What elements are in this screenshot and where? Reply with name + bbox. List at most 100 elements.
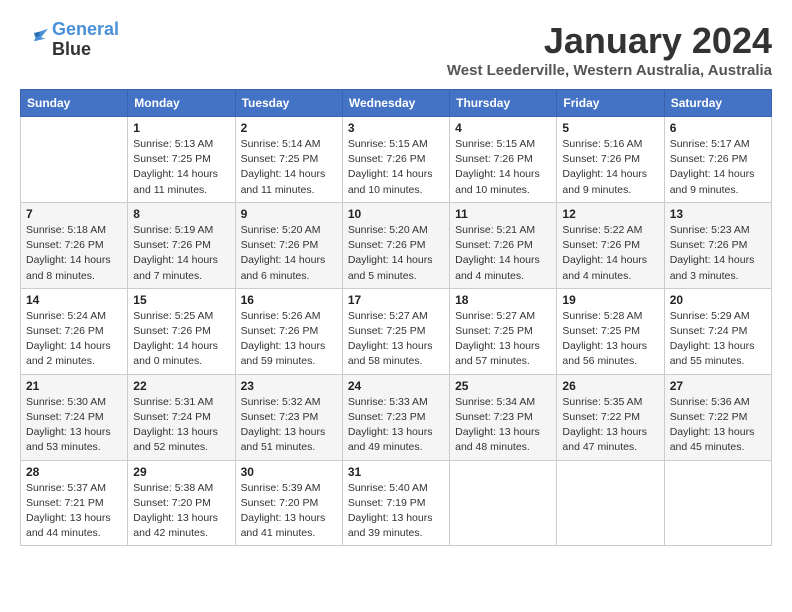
calendar-cell: 19 Sunrise: 5:28 AM Sunset: 7:25 PM Dayli… — [557, 288, 664, 374]
day-number: 15 — [133, 293, 229, 307]
day-number: 18 — [455, 293, 551, 307]
day-info: Sunrise: 5:21 AM Sunset: 7:26 PM Dayligh… — [455, 223, 551, 284]
day-info: Sunrise: 5:38 AM Sunset: 7:20 PM Dayligh… — [133, 481, 229, 542]
calendar-cell: 24 Sunrise: 5:33 AM Sunset: 7:23 PM Dayli… — [342, 374, 449, 460]
calendar-cell: 9 Sunrise: 5:20 AM Sunset: 7:26 PM Daylig… — [235, 202, 342, 288]
day-number: 3 — [348, 121, 444, 135]
day-info: Sunrise: 5:36 AM Sunset: 7:22 PM Dayligh… — [670, 395, 766, 456]
day-info: Sunrise: 5:24 AM Sunset: 7:26 PM Dayligh… — [26, 309, 122, 370]
day-number: 12 — [562, 207, 658, 221]
day-number: 5 — [562, 121, 658, 135]
calendar-cell: 22 Sunrise: 5:31 AM Sunset: 7:24 PM Dayli… — [128, 374, 235, 460]
calendar-cell: 18Sunrise: 5:27 AM Sunset: 7:25 PM Dayli… — [450, 288, 557, 374]
day-number: 8 — [133, 207, 229, 221]
day-number: 25 — [455, 379, 551, 393]
day-number: 13 — [670, 207, 766, 221]
calendar-cell — [664, 460, 771, 546]
day-info: Sunrise: 5:17 AM Sunset: 7:26 PM Dayligh… — [670, 137, 766, 198]
day-info: Sunrise: 5:20 AM Sunset: 7:26 PM Dayligh… — [241, 223, 337, 284]
day-number: 17 — [348, 293, 444, 307]
day-info: Sunrise: 5:19 AM Sunset: 7:26 PM Dayligh… — [133, 223, 229, 284]
day-info: Sunrise: 5:40 AM Sunset: 7:19 PM Dayligh… — [348, 481, 444, 542]
calendar-cell: 2Sunrise: 5:14 AM Sunset: 7:25 PM Daylig… — [235, 117, 342, 203]
calendar-cell: 4 Sunrise: 5:15 AM Sunset: 7:26 PM Daylig… — [450, 117, 557, 203]
calendar-cell — [557, 460, 664, 546]
calendar-cell: 20 Sunrise: 5:29 AM Sunset: 7:24 PM Dayli… — [664, 288, 771, 374]
calendar-header-row: SundayMondayTuesdayWednesdayThursdayFrid… — [21, 90, 772, 117]
calendar-cell: 27 Sunrise: 5:36 AM Sunset: 7:22 PM Dayli… — [664, 374, 771, 460]
day-info: Sunrise: 5:14 AM Sunset: 7:25 PM Dayligh… — [241, 137, 337, 198]
day-info: Sunrise: 5:28 AM Sunset: 7:25 PM Dayligh… — [562, 309, 658, 370]
day-info: Sunrise: 5:37 AM Sunset: 7:21 PM Dayligh… — [26, 481, 122, 542]
calendar-cell: 1Sunrise: 5:13 AM Sunset: 7:25 PM Daylig… — [128, 117, 235, 203]
day-number: 9 — [241, 207, 337, 221]
header-wednesday: Wednesday — [342, 90, 449, 117]
week-row-4: 28 Sunrise: 5:37 AM Sunset: 7:21 PM Dayli… — [21, 460, 772, 546]
day-info: Sunrise: 5:31 AM Sunset: 7:24 PM Dayligh… — [133, 395, 229, 456]
day-info: Sunrise: 5:16 AM Sunset: 7:26 PM Dayligh… — [562, 137, 658, 198]
logo: GeneralBlue — [20, 20, 119, 60]
day-number: 19 — [562, 293, 658, 307]
day-number: 24 — [348, 379, 444, 393]
week-row-3: 21 Sunrise: 5:30 AM Sunset: 7:24 PM Dayli… — [21, 374, 772, 460]
calendar-cell: 14 Sunrise: 5:24 AM Sunset: 7:26 PM Dayli… — [21, 288, 128, 374]
day-info: Sunrise: 5:25 AM Sunset: 7:26 PM Dayligh… — [133, 309, 229, 370]
day-info: Sunrise: 5:27 AM Sunset: 7:25 PM Dayligh… — [348, 309, 444, 370]
calendar-cell: 29Sunrise: 5:38 AM Sunset: 7:20 PM Dayli… — [128, 460, 235, 546]
day-number: 31 — [348, 465, 444, 479]
header-thursday: Thursday — [450, 90, 557, 117]
day-info: Sunrise: 5:22 AM Sunset: 7:26 PM Dayligh… — [562, 223, 658, 284]
calendar-cell: 17 Sunrise: 5:27 AM Sunset: 7:25 PM Dayli… — [342, 288, 449, 374]
calendar-cell: 30Sunrise: 5:39 AM Sunset: 7:20 PM Dayli… — [235, 460, 342, 546]
day-number: 16 — [241, 293, 337, 307]
page-header: GeneralBlue January 2024 West Leedervill… — [20, 20, 772, 79]
day-info: Sunrise: 5:15 AM Sunset: 7:26 PM Dayligh… — [348, 137, 444, 198]
calendar-cell — [21, 117, 128, 203]
day-info: Sunrise: 5:15 AM Sunset: 7:26 PM Dayligh… — [455, 137, 551, 198]
day-number: 4 — [455, 121, 551, 135]
calendar-cell: 16 Sunrise: 5:26 AM Sunset: 7:26 PM Dayli… — [235, 288, 342, 374]
calendar-cell — [450, 460, 557, 546]
day-info: Sunrise: 5:30 AM Sunset: 7:24 PM Dayligh… — [26, 395, 122, 456]
calendar-cell: 12 Sunrise: 5:22 AM Sunset: 7:26 PM Dayli… — [557, 202, 664, 288]
calendar-body: 1Sunrise: 5:13 AM Sunset: 7:25 PM Daylig… — [21, 117, 772, 546]
day-number: 21 — [26, 379, 122, 393]
day-number: 22 — [133, 379, 229, 393]
day-info: Sunrise: 5:18 AM Sunset: 7:26 PM Dayligh… — [26, 223, 122, 284]
day-number: 27 — [670, 379, 766, 393]
day-number: 11 — [455, 207, 551, 221]
calendar-cell: 7 Sunrise: 5:18 AM Sunset: 7:26 PM Daylig… — [21, 202, 128, 288]
day-number: 7 — [26, 207, 122, 221]
day-number: 26 — [562, 379, 658, 393]
day-info: Sunrise: 5:23 AM Sunset: 7:26 PM Dayligh… — [670, 223, 766, 284]
header-tuesday: Tuesday — [235, 90, 342, 117]
day-number: 10 — [348, 207, 444, 221]
day-info: Sunrise: 5:33 AM Sunset: 7:23 PM Dayligh… — [348, 395, 444, 456]
calendar-cell: 10 Sunrise: 5:20 AM Sunset: 7:26 PM Dayli… — [342, 202, 449, 288]
calendar-cell: 31 Sunrise: 5:40 AM Sunset: 7:19 PM Dayli… — [342, 460, 449, 546]
calendar-cell: 21 Sunrise: 5:30 AM Sunset: 7:24 PM Dayli… — [21, 374, 128, 460]
day-info: Sunrise: 5:26 AM Sunset: 7:26 PM Dayligh… — [241, 309, 337, 370]
day-info: Sunrise: 5:35 AM Sunset: 7:22 PM Dayligh… — [562, 395, 658, 456]
calendar-cell: 3 Sunrise: 5:15 AM Sunset: 7:26 PM Daylig… — [342, 117, 449, 203]
logo-icon — [20, 26, 48, 54]
day-number: 23 — [241, 379, 337, 393]
day-info: Sunrise: 5:29 AM Sunset: 7:24 PM Dayligh… — [670, 309, 766, 370]
day-info: Sunrise: 5:39 AM Sunset: 7:20 PM Dayligh… — [241, 481, 337, 542]
header-saturday: Saturday — [664, 90, 771, 117]
header-monday: Monday — [128, 90, 235, 117]
day-number: 6 — [670, 121, 766, 135]
calendar-table: SundayMondayTuesdayWednesdayThursdayFrid… — [20, 89, 772, 546]
day-info: Sunrise: 5:34 AM Sunset: 7:23 PM Dayligh… — [455, 395, 551, 456]
day-info: Sunrise: 5:13 AM Sunset: 7:25 PM Dayligh… — [133, 137, 229, 198]
day-number: 14 — [26, 293, 122, 307]
day-number: 28 — [26, 465, 122, 479]
day-info: Sunrise: 5:32 AM Sunset: 7:23 PM Dayligh… — [241, 395, 337, 456]
calendar-cell: 23 Sunrise: 5:32 AM Sunset: 7:23 PM Dayli… — [235, 374, 342, 460]
week-row-2: 14 Sunrise: 5:24 AM Sunset: 7:26 PM Dayli… — [21, 288, 772, 374]
calendar-title: January 2024 — [447, 20, 772, 62]
header-sunday: Sunday — [21, 90, 128, 117]
logo-text: GeneralBlue — [52, 20, 119, 60]
day-number: 20 — [670, 293, 766, 307]
day-info: Sunrise: 5:20 AM Sunset: 7:26 PM Dayligh… — [348, 223, 444, 284]
